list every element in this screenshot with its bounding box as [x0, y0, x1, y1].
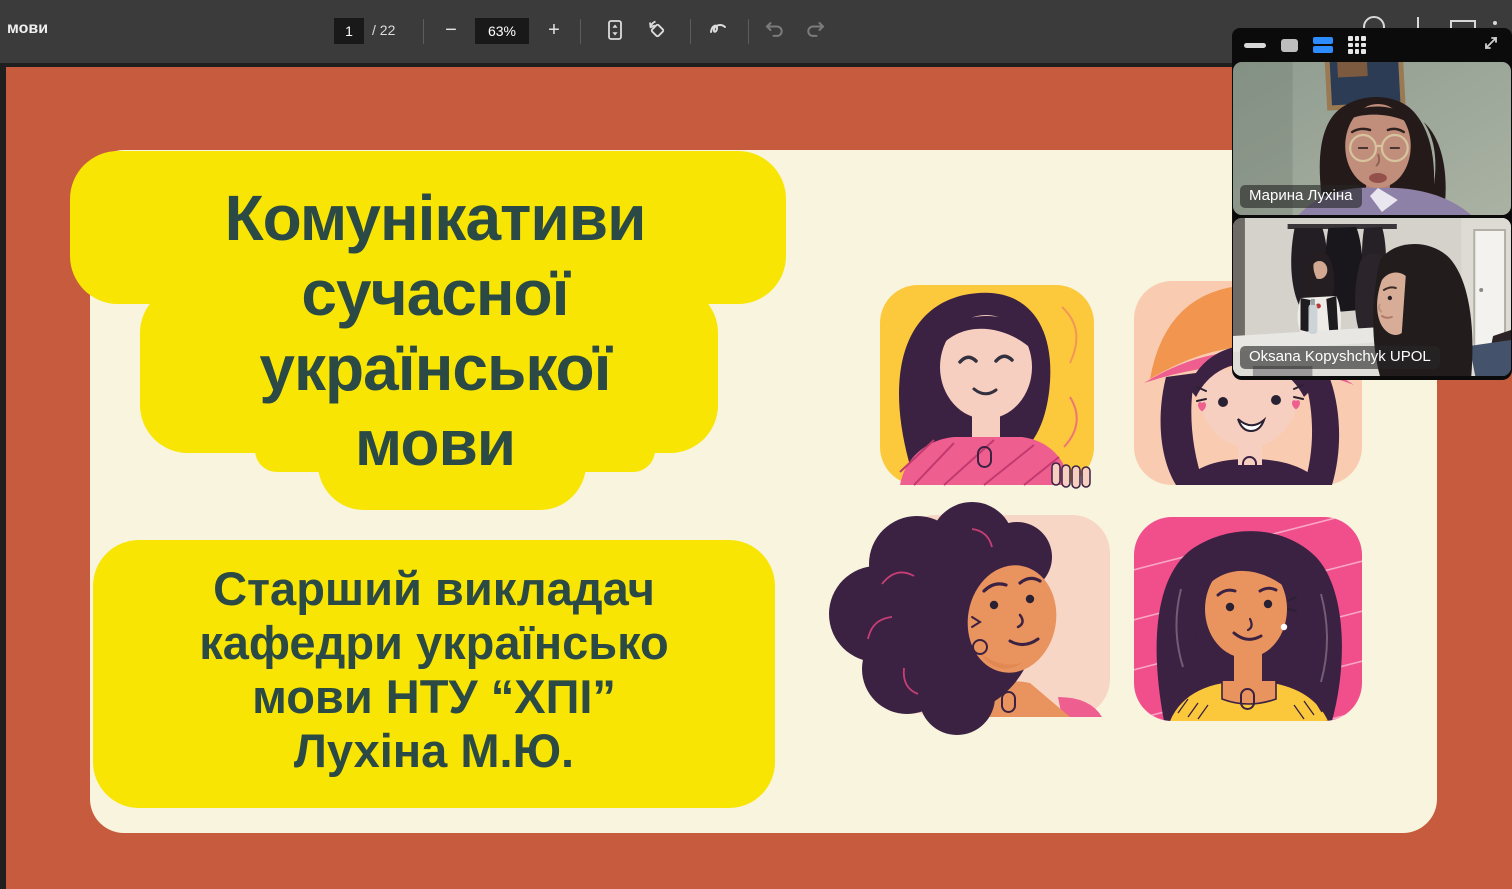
page-number-input[interactable] — [334, 18, 364, 44]
zoom-in-button[interactable]: + — [540, 16, 568, 44]
slide-title-line: сучасної — [301, 257, 569, 329]
redo-icon[interactable] — [802, 17, 828, 43]
speaker-view-icon[interactable] — [1281, 38, 1298, 52]
document-title: мови — [7, 20, 49, 37]
slide-subtitle-line: Лухіна М.Ю. — [293, 724, 575, 777]
toolbar-divider — [748, 19, 749, 44]
toolbar-divider — [690, 19, 691, 44]
page-total-label: / 22 — [372, 22, 396, 38]
avatar-woman-curly — [829, 502, 1110, 735]
slide-title-line: мови — [354, 407, 516, 479]
toolbar-divider — [580, 19, 581, 44]
side-by-side-view-icon[interactable] — [1313, 37, 1333, 53]
gallery-view-icon[interactable] — [1348, 36, 1366, 54]
rotate-icon[interactable] — [644, 17, 670, 43]
expand-icon[interactable] — [1482, 34, 1500, 57]
avatar-woman-bob-yellow — [880, 285, 1094, 489]
undo-icon[interactable] — [762, 17, 788, 43]
slide-subtitle-line: кафедри українсько — [199, 616, 669, 669]
video-call-overlay: Марина Лухіна Oksana Kopyshchyk UPOL — [1232, 28, 1512, 380]
participant-name: Марина Лухіна — [1240, 185, 1362, 208]
fit-to-page-icon[interactable] — [602, 17, 628, 43]
zoom-level-value[interactable]: 63% — [475, 18, 529, 44]
more-menu-icon[interactable] — [1493, 21, 1497, 25]
video-call-controls — [1233, 28, 1511, 62]
slide-title-line: Комунікативи — [224, 182, 647, 254]
slide-subtitle-line: мови НТУ “ХПІ” — [252, 670, 616, 723]
zoom-out-button[interactable]: − — [437, 16, 465, 44]
toolbar-divider — [423, 19, 424, 44]
minimize-view-icon[interactable] — [1244, 42, 1266, 48]
avatar-woman-yellow-top — [1134, 517, 1362, 721]
screen: мови / 22 − 63% + — [0, 0, 1512, 889]
slide-subtitle-line: Старший викладач — [213, 562, 655, 615]
participant-name: Oksana Kopyshchyk UPOL — [1240, 346, 1440, 369]
slide-title-line: української — [259, 332, 611, 404]
video-tile-classroom[interactable]: Oksana Kopyshchyk UPOL — [1233, 218, 1511, 376]
video-tile-speaker[interactable]: Марина Лухіна — [1233, 62, 1511, 215]
draw-annotation-icon[interactable] — [706, 17, 732, 43]
